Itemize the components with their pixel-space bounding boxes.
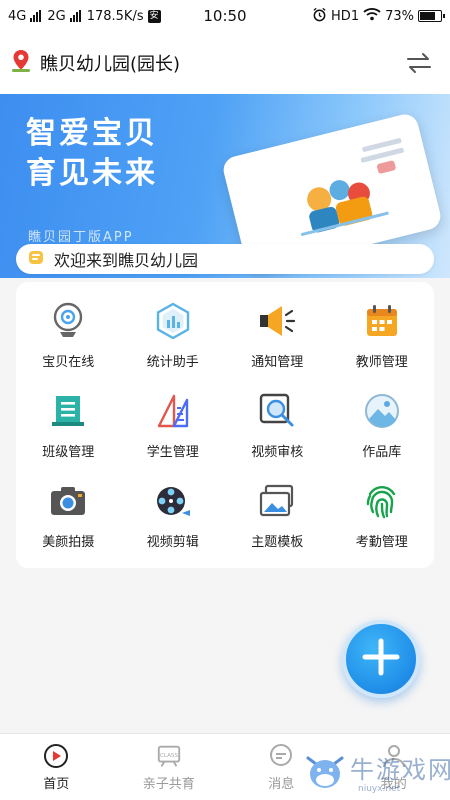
tab-label: 亲子共育 — [142, 776, 195, 792]
grid-item-video-review[interactable]: 视频审核 — [225, 380, 330, 470]
grid-item-theme-template[interactable]: 主题模板 — [225, 470, 330, 560]
app-header: 瞧贝幼儿园(园长) — [0, 32, 450, 94]
status-left: 4G 2G 178.5K/s 安 — [8, 9, 161, 24]
grid-item-beauty-camera[interactable]: 美颜拍摄 — [16, 470, 121, 560]
grid-label: 作品库 — [362, 444, 402, 460]
grid-label: 教师管理 — [355, 354, 408, 370]
network-speed: 178.5K/s — [86, 8, 144, 24]
welcome-bar: 欢迎来到瞧贝幼儿园 — [16, 244, 434, 274]
hd-label: HD1 — [331, 8, 360, 24]
watermark-logo-icon — [302, 748, 348, 798]
svg-text:CLASS: CLASS — [160, 752, 178, 758]
welcome-text: 欢迎来到瞧贝幼儿园 — [54, 251, 199, 270]
camera-icon — [48, 481, 88, 521]
grid-item-baby-online[interactable]: 宝贝在线 — [16, 290, 121, 380]
wifi-icon — [363, 7, 381, 25]
grid-item-class[interactable]: 班级管理 — [16, 380, 121, 470]
megaphone-icon — [257, 301, 297, 341]
tab-parenting[interactable]: CLASS 亲子共育 — [113, 734, 226, 800]
grid-label: 主题模板 — [251, 534, 304, 550]
calendar-icon — [362, 301, 402, 341]
film-reel-icon — [153, 481, 193, 521]
gallery-icon — [362, 391, 402, 431]
grid-item-video-edit[interactable]: 视频剪辑 — [121, 470, 226, 560]
plus-icon — [361, 637, 401, 681]
speaker-icon — [26, 247, 46, 271]
grid-label: 通知管理 — [251, 354, 304, 370]
class-icon — [48, 391, 88, 431]
feature-grid: 宝贝在线 统计助手 通知管理 教师管理 班级管理 学生管理 视频审核 作品库 美… — [16, 282, 434, 568]
video-search-icon — [257, 391, 297, 431]
signal-1-icon — [30, 10, 42, 22]
alarm-icon — [312, 7, 327, 26]
site-watermark: 牛游戏网 niuyx.net — [302, 748, 450, 798]
grid-label: 视频剪辑 — [146, 534, 199, 550]
watermark-text: 牛游戏网 — [350, 756, 450, 784]
ruler-icon — [153, 391, 193, 431]
school-name[interactable]: 瞧贝幼儿园(园长) — [40, 50, 180, 76]
banner-line-1: 智爱宝贝 — [26, 116, 158, 151]
grid-item-notice[interactable]: 通知管理 — [225, 290, 330, 380]
location-pin-icon[interactable] — [10, 49, 32, 77]
class-board-icon: CLASS — [156, 743, 182, 769]
battery-percent: 73% — [385, 8, 414, 24]
grid-label: 学生管理 — [146, 444, 199, 460]
grid-item-statistics[interactable]: 统计助手 — [121, 290, 226, 380]
message-icon — [268, 743, 294, 769]
grid-label: 统计助手 — [146, 354, 199, 370]
banner-line-2: 育见未来 — [26, 156, 158, 191]
network-1-label: 4G — [8, 8, 27, 24]
switch-icon[interactable] — [402, 46, 436, 80]
statistics-icon — [153, 301, 193, 341]
grid-item-student[interactable]: 学生管理 — [121, 380, 226, 470]
status-right: HD1 73% — [312, 7, 445, 26]
template-icon — [257, 481, 297, 521]
add-fab-button[interactable] — [342, 620, 420, 698]
grid-item-gallery[interactable]: 作品库 — [330, 380, 435, 470]
network-2-label: 2G — [47, 8, 66, 24]
grid-item-teacher[interactable]: 教师管理 — [330, 290, 435, 380]
grid-label: 考勤管理 — [355, 534, 408, 550]
tab-home[interactable]: 首页 — [0, 734, 113, 800]
grid-label: 班级管理 — [42, 444, 95, 460]
home-play-icon — [43, 743, 69, 769]
tab-label: 首页 — [43, 776, 70, 792]
signal-2-icon — [69, 10, 81, 22]
watermark-url: niuyx.net — [358, 784, 401, 794]
battery-icon — [418, 10, 445, 22]
grid-label: 宝贝在线 — [42, 354, 95, 370]
tab-label: 消息 — [268, 776, 295, 792]
webcam-icon — [48, 301, 88, 341]
safe-icon: 安 — [147, 9, 161, 23]
grid-item-attendance[interactable]: 考勤管理 — [330, 470, 435, 560]
fingerprint-icon — [362, 481, 402, 521]
status-bar: 4G 2G 178.5K/s 安 10:50 HD1 73% — [0, 0, 450, 32]
grid-label: 视频审核 — [251, 444, 304, 460]
banner-title: 智爱宝贝 育见未来 — [26, 114, 158, 194]
banner-subtitle: 瞧贝园丁版APP — [28, 230, 134, 245]
grid-label: 美颜拍摄 — [42, 534, 95, 550]
